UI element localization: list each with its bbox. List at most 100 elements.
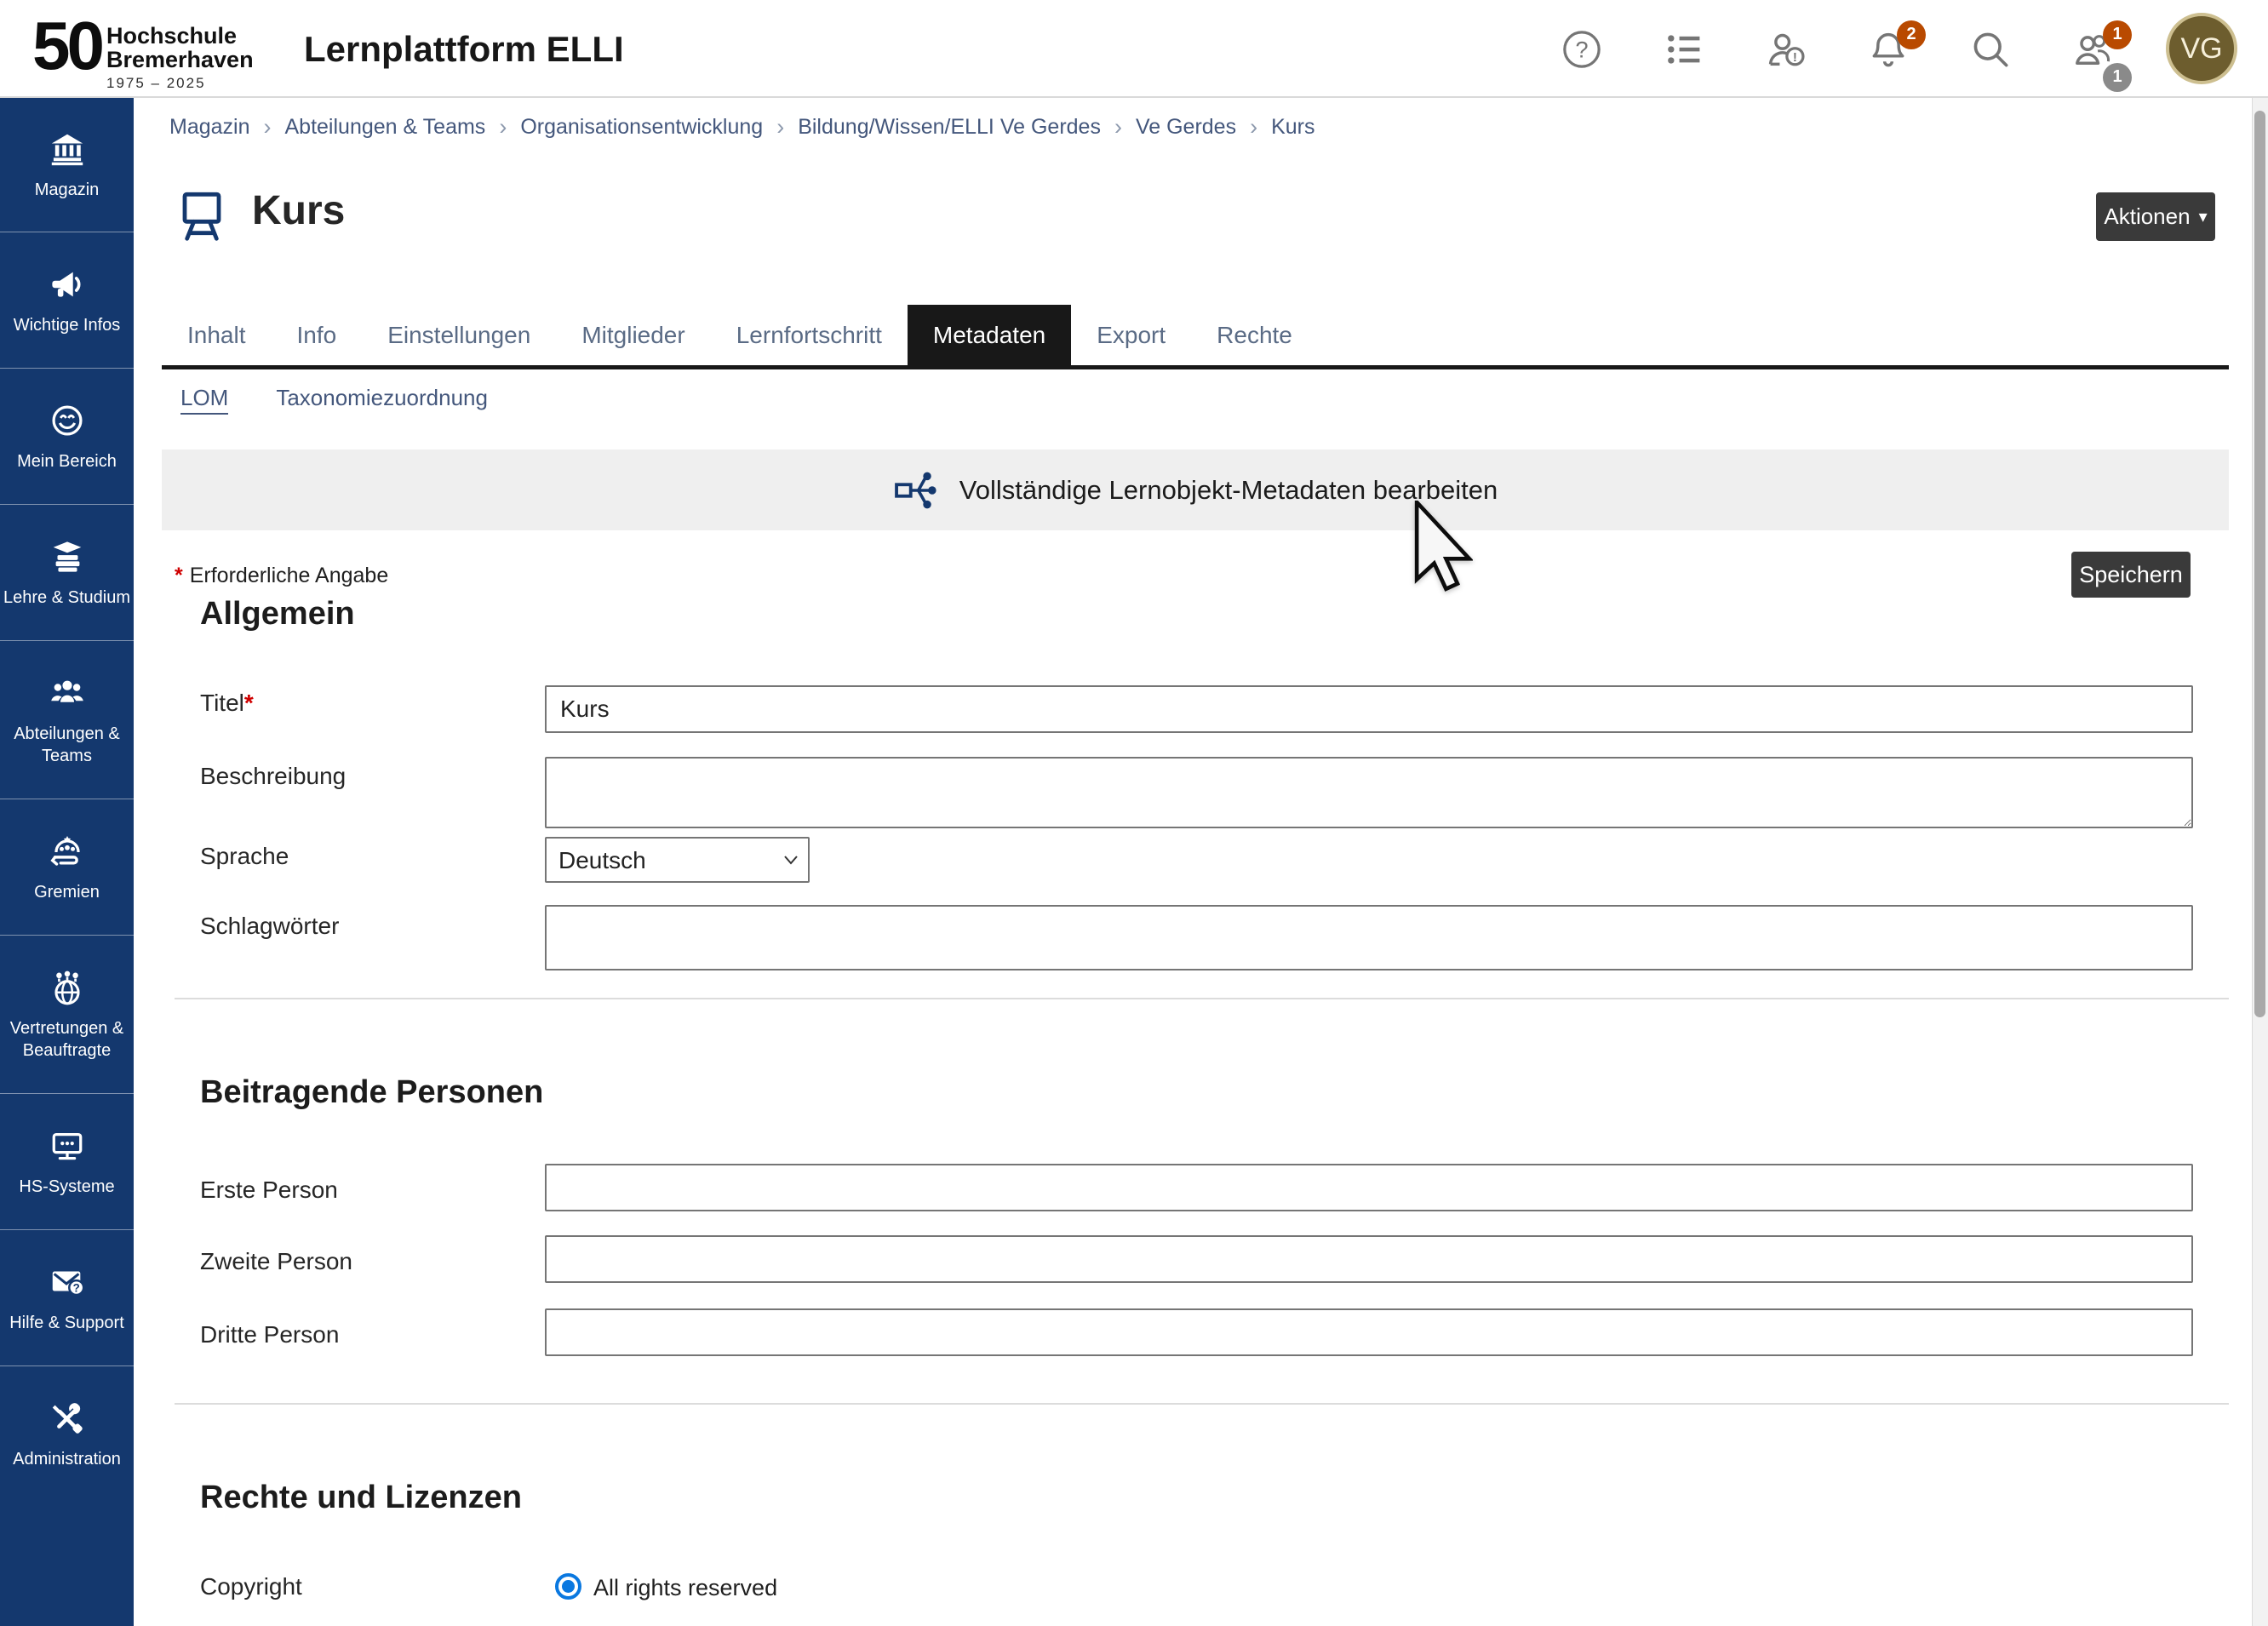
beschreibung-label: Beschreibung xyxy=(200,763,346,790)
user-status-button[interactable]: ! xyxy=(1762,26,1810,73)
list-icon xyxy=(1662,27,1706,72)
tab-bar: Inhalt Info Einstellungen Mitglieder Ler… xyxy=(162,305,1318,365)
main-sidebar: Magazin Wichtige Infos Mein Bereich Lehr… xyxy=(0,98,134,1626)
monitor-icon xyxy=(48,1126,87,1165)
required-asterisk: * xyxy=(175,564,183,587)
mail-help-icon: ? xyxy=(48,1262,87,1302)
dritte-person-label: Dritte Person xyxy=(200,1321,339,1348)
subtab-lom[interactable]: LOM xyxy=(180,385,228,415)
sidebar-item-lehre-studium[interactable]: Lehre & Studium xyxy=(0,504,134,640)
section-heading-beitragende: Beitragende Personen xyxy=(200,1074,543,1111)
contacts-badge-new: 1 xyxy=(2103,20,2132,49)
megaphone-icon xyxy=(48,265,87,304)
section-divider xyxy=(175,998,2229,999)
subtab-bar: LOM Taxonomiezuordnung xyxy=(180,385,488,415)
tab-info[interactable]: Info xyxy=(272,305,363,365)
sidebar-item-vertretungen-beauftragte[interactable]: Vertretungen & Beauftragte xyxy=(0,935,134,1093)
tab-lernfortschritt[interactable]: Lernfortschritt xyxy=(711,305,908,365)
tab-einstellungen[interactable]: Einstellungen xyxy=(362,305,556,365)
logo-50: 50 xyxy=(32,9,101,83)
sidebar-item-mein-bereich[interactable]: Mein Bereich xyxy=(0,368,134,504)
main-menu-button[interactable] xyxy=(1660,26,1708,73)
tab-rechte[interactable]: Rechte xyxy=(1191,305,1318,365)
contacts-badge-total: 1 xyxy=(2103,63,2132,92)
university-logo[interactable]: 50 Hochschule Bremerhaven 1975 – 2025 xyxy=(32,9,254,92)
zweite-person-input[interactable] xyxy=(545,1235,2193,1283)
section-heading-rechte: Rechte und Lizenzen xyxy=(200,1480,522,1516)
user-alert-icon: ! xyxy=(1764,27,1808,72)
titel-input[interactable] xyxy=(545,685,2193,733)
copyright-radio-selected[interactable] xyxy=(555,1573,581,1600)
sprache-select[interactable]: Deutsch xyxy=(545,837,810,883)
titel-label: Titel* xyxy=(200,690,261,717)
save-button[interactable]: Speichern xyxy=(2071,552,2191,598)
section-heading-allgemein: Allgemein xyxy=(200,596,355,633)
dritte-person-input[interactable] xyxy=(545,1308,2193,1356)
erste-person-input[interactable] xyxy=(545,1164,2193,1211)
page-title: Kurs xyxy=(252,187,345,234)
sidebar-item-wichtige-infos[interactable]: Wichtige Infos xyxy=(0,232,134,368)
svg-text:?: ? xyxy=(72,1281,79,1294)
search-icon xyxy=(1968,27,2013,72)
sidebar-item-magazin[interactable]: Magazin xyxy=(0,98,134,232)
globe-people-icon xyxy=(48,968,87,1007)
tab-inhalt[interactable]: Inhalt xyxy=(162,305,272,365)
tab-mitglieder[interactable]: Mitglieder xyxy=(556,305,710,365)
search-button[interactable] xyxy=(1967,26,2014,73)
notifications-button[interactable]: 2 xyxy=(1864,26,1912,73)
breadcrumb-abteilungen-teams[interactable]: Abteilungen & Teams xyxy=(285,115,486,140)
svg-text:?: ? xyxy=(1575,36,1588,62)
breadcrumb-kurs[interactable]: Kurs xyxy=(1271,115,1314,140)
books-icon xyxy=(48,537,87,576)
subtab-taxonomiezuordnung[interactable]: Taxonomiezuordnung xyxy=(276,385,488,415)
breadcrumb-organisationsentwicklung[interactable]: Organisationsentwicklung xyxy=(520,115,763,140)
sidebar-item-abteilungen-teams[interactable]: Abteilungen & Teams xyxy=(0,640,134,799)
breadcrumb: Magazin › Abteilungen & Teams › Organisa… xyxy=(169,114,1315,140)
logo-name-line1: Hochschule xyxy=(106,24,254,48)
contacts-button[interactable]: 1 1 xyxy=(2069,26,2116,73)
course-icon xyxy=(175,186,229,255)
sidebar-item-hilfe-support[interactable]: ? Hilfe & Support xyxy=(0,1229,134,1365)
schlagwoerter-label: Schlagwörter xyxy=(200,913,339,940)
help-icon: ? xyxy=(1560,27,1604,72)
breadcrumb-separator: › xyxy=(264,114,272,140)
copyright-label: Copyright xyxy=(200,1573,302,1600)
breadcrumb-ve-gerdes[interactable]: Ve Gerdes xyxy=(1136,115,1236,140)
people-group-icon xyxy=(48,673,87,713)
breadcrumb-bildung-wissen[interactable]: Bildung/Wissen/ELLI Ve Gerdes xyxy=(798,115,1101,140)
breadcrumb-separator: › xyxy=(1114,114,1122,140)
notifications-badge: 2 xyxy=(1897,20,1926,49)
app-header: 50 Hochschule Bremerhaven 1975 – 2025 Le… xyxy=(0,0,2268,98)
logo-name-line2: Bremerhaven xyxy=(106,48,254,72)
help-button[interactable]: ? xyxy=(1558,26,1606,73)
smiley-icon xyxy=(48,401,87,440)
breadcrumb-magazin[interactable]: Magazin xyxy=(169,115,250,140)
schlagwoerter-input[interactable] xyxy=(545,905,2193,970)
sprache-label: Sprache xyxy=(200,843,289,870)
full-metadata-banner[interactable]: Vollständige Lernobjekt-Metadaten bearbe… xyxy=(162,449,2229,530)
full-metadata-link: Vollständige Lernobjekt-Metadaten bearbe… xyxy=(959,475,1498,506)
metadata-nodes-icon xyxy=(893,467,939,513)
erste-person-label: Erste Person xyxy=(200,1177,338,1204)
actions-button[interactable]: Aktionen ▾ xyxy=(2096,192,2215,241)
svg-text:!: ! xyxy=(1793,49,1797,64)
chevron-down-icon: ▾ xyxy=(2199,206,2208,227)
sidebar-item-administration[interactable]: Administration xyxy=(0,1365,134,1502)
beschreibung-textarea[interactable] xyxy=(545,757,2193,828)
user-avatar[interactable]: VG xyxy=(2166,13,2237,84)
tools-icon xyxy=(48,1399,87,1438)
sidebar-item-hs-systeme[interactable]: HS-Systeme xyxy=(0,1093,134,1229)
copyright-option-label: All rights reserved xyxy=(593,1575,777,1601)
tab-export[interactable]: Export xyxy=(1071,305,1191,365)
tab-metadaten[interactable]: Metadaten xyxy=(908,305,1071,365)
logo-years: 1975 – 2025 xyxy=(106,75,254,92)
bank-icon xyxy=(48,129,87,169)
required-asterisk: * xyxy=(244,690,254,716)
sidebar-item-gremien[interactable]: Gremien xyxy=(0,799,134,935)
scrollbar-thumb[interactable] xyxy=(2254,111,2265,1017)
breadcrumb-separator: › xyxy=(1250,114,1257,140)
required-hint: *Erforderliche Angabe xyxy=(175,564,388,588)
section-divider xyxy=(175,1403,2229,1405)
app-title: Lernplattform ELLI xyxy=(304,29,624,70)
breadcrumb-separator: › xyxy=(776,114,784,140)
